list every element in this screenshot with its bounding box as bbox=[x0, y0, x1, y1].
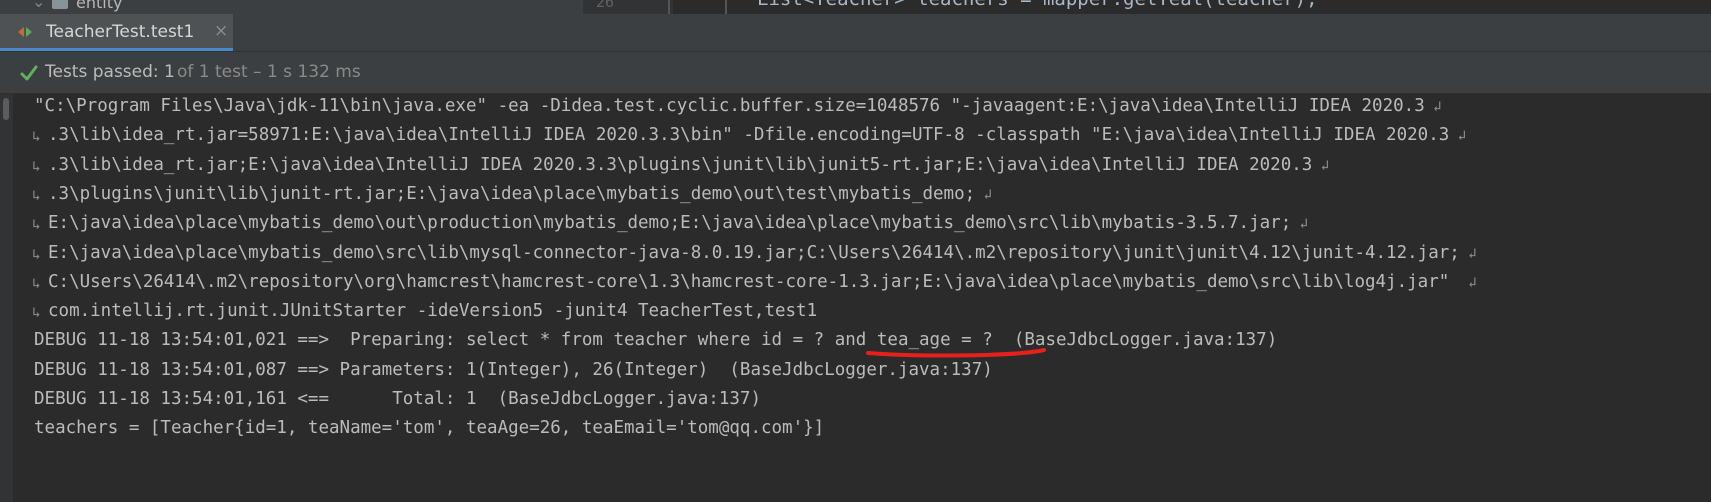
test-status-bar: Tests passed: 1 of 1 test – 1 s 132 ms bbox=[0, 52, 1711, 94]
soft-wrap-icon: ↲ bbox=[1312, 157, 1330, 174]
console-line-text: .3\lib\idea_rt.jar;E:\java\idea\IntelliJ… bbox=[48, 154, 1330, 175]
console-line-text: .3\lib\idea_rt.jar=58971:E:\java\idea\In… bbox=[48, 125, 1467, 146]
soft-wrap-continue-icon: ↳ bbox=[32, 187, 41, 204]
console-gutter bbox=[0, 94, 13, 502]
editor-code-line: List<Teacher> teachers = mapper.getTeal(… bbox=[757, 0, 1318, 10]
line-number: 26 bbox=[596, 0, 615, 11]
console-line-text: .3\plugins\junit\lib\junit-rt.jar;E:\jav… bbox=[48, 183, 993, 204]
soft-wrap-icon: ↲ bbox=[975, 186, 993, 203]
soft-wrap-continue-icon: ↳ bbox=[32, 217, 41, 234]
soft-wrap-continue-icon: ↳ bbox=[32, 158, 41, 175]
project-tree-remnant: ⌄ entity bbox=[0, 0, 583, 14]
console-line-text: com.intellij.rt.junit.JUnitStarter -ideV… bbox=[48, 301, 818, 322]
console-line-text: DEBUG 11-18 13:54:01,021 ==> Preparing: … bbox=[34, 330, 1278, 351]
soft-wrap-icon: ↲ bbox=[1424, 99, 1442, 115]
junit-run-icon bbox=[18, 27, 32, 37]
chevron-down-icon: ⌄ bbox=[32, 0, 46, 11]
tree-item-label: entity bbox=[76, 0, 123, 12]
console-line-text: E:\java\idea\place\mybatis_demo\src\lib\… bbox=[48, 242, 1477, 263]
console-line-text: "C:\Program Files\Java\jdk-11\bin\java.e… bbox=[34, 96, 1442, 116]
soft-wrap-icon: ↲ bbox=[1291, 216, 1309, 233]
editor-remnant: ⌄ entity 26 List<Teacher> teachers = map… bbox=[0, 0, 1711, 14]
soft-wrap-continue-icon: ↳ bbox=[32, 275, 41, 292]
close-icon[interactable]: × bbox=[214, 21, 228, 41]
soft-wrap-icon: ↲ bbox=[1449, 128, 1467, 145]
soft-wrap-continue-icon: ↳ bbox=[32, 129, 41, 146]
check-icon bbox=[20, 65, 38, 81]
console-line-text: C:\Users\26414\.m2\repository\org\hamcre… bbox=[48, 271, 1477, 292]
soft-wrap-icon: ↲ bbox=[1459, 245, 1477, 262]
console-line-text: DEBUG 11-18 13:54:01,161 <== Total: 1 (B… bbox=[34, 389, 761, 409]
console-line-text: DEBUG 11-18 13:54:01,087 ==> Parameters:… bbox=[34, 359, 993, 380]
run-tab-label: TeacherTest.test1 bbox=[46, 22, 195, 42]
console-scroll-indicator[interactable] bbox=[3, 98, 9, 120]
soft-wrap-continue-icon: ↳ bbox=[32, 246, 41, 263]
console-line-text: E:\java\idea\place\mybatis_demo\out\prod… bbox=[48, 213, 1309, 234]
run-tool-window-tabs: TeacherTest.test1 × bbox=[0, 14, 1711, 52]
gutter-divider bbox=[668, 0, 670, 14]
soft-wrap-icon: ↲ bbox=[1459, 274, 1477, 291]
folder-icon bbox=[52, 0, 68, 9]
gutter-divider bbox=[725, 0, 727, 14]
console-line-text: teachers = [Teacher{id=1, teaName='tom',… bbox=[34, 418, 825, 439]
tests-detail: of 1 test – 1 s 132 ms bbox=[177, 62, 361, 82]
soft-wrap-continue-icon: ↳ bbox=[32, 305, 41, 322]
tests-passed-label: Tests passed: 1 bbox=[45, 62, 175, 82]
tab-run-teachertest[interactable]: TeacherTest.test1 × bbox=[0, 14, 233, 51]
red-underline-annotation bbox=[866, 348, 1046, 358]
